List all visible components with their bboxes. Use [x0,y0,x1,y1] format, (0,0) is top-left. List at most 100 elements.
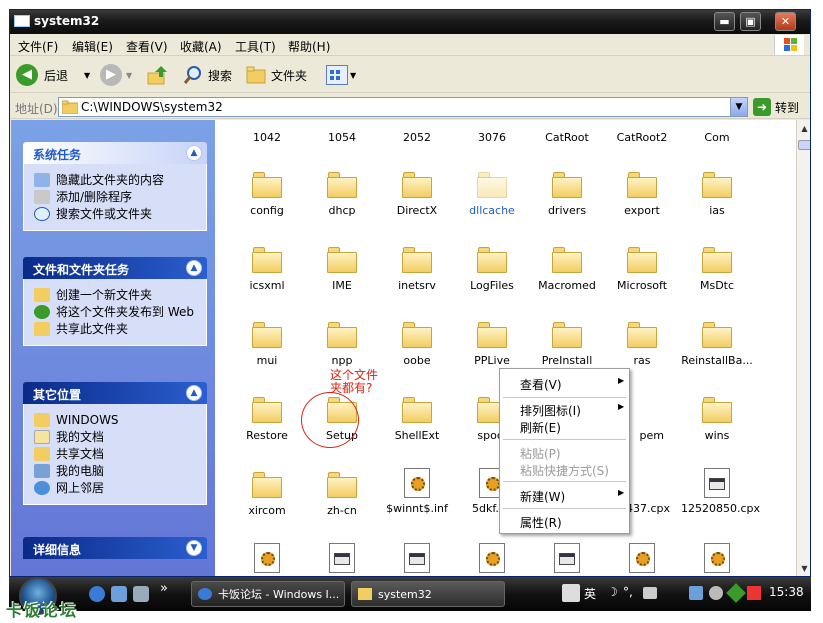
folders-button[interactable]: 文件夹 [245,63,307,87]
folder-item[interactable]: dllcache [456,172,528,217]
place-windows[interactable]: WINDOWS [34,413,202,427]
context-view[interactable]: 查看(V) ▶ [520,376,624,393]
details-header[interactable]: 详细信息 ▼ [23,537,207,559]
vertical-scrollbar[interactable]: ▲ ▼ [796,120,810,576]
collapse-icon[interactable]: ▲ [186,260,202,276]
file-item[interactable] [306,543,378,576]
ime-punct-icon[interactable]: °, [623,585,633,599]
file-item[interactable] [606,543,678,576]
collapse-icon[interactable]: ▲ [186,145,202,161]
folder-item[interactable]: Macromed [531,247,603,292]
place-shared-documents[interactable]: 共享文档 [34,447,202,461]
other-places-header[interactable]: 其它位置 ▲ [23,382,207,404]
task-publish-to-web[interactable]: 将这个文件夹发布到 Web [34,305,202,319]
place-my-documents[interactable]: 我的文档 [34,430,202,444]
views-button[interactable]: ▼ [326,63,356,87]
taskbar-item-explorer[interactable]: system32 [351,581,505,607]
menu-edit[interactable]: 编辑(E) [72,38,113,55]
close-button[interactable]: ✕ [775,12,796,31]
folder-item[interactable]: zh-cn [306,472,378,517]
scroll-down-icon[interactable]: ▼ [798,562,810,575]
menu-view[interactable]: 查看(V) [126,38,168,55]
folder-item[interactable]: Com [681,131,753,144]
folder-item[interactable]: inetsrv [381,247,453,292]
clock[interactable]: 15:38 [769,585,804,599]
task-share-folder[interactable]: 共享此文件夹 [34,322,202,336]
folder-item[interactable]: 1042 [231,131,303,144]
menu-file[interactable]: 文件(F) [18,38,58,55]
folder-item[interactable]: mui [231,322,303,367]
task-hide-folder-contents[interactable]: 隐藏此文件夹的内容 [34,173,202,187]
title-bar[interactable]: system32 ▬ ▣ ✕ [10,10,810,34]
file-item[interactable] [531,543,603,576]
folder-item[interactable]: icsxml [231,247,303,292]
folder-item[interactable]: ras [606,322,678,367]
internet-explorer-icon[interactable] [89,586,105,602]
folder-item[interactable]: oobe [381,322,453,367]
task-add-remove-programs[interactable]: 添加/删除程序 [34,190,202,204]
network-icon[interactable] [689,586,703,600]
folder-item[interactable]: xircom [231,472,303,517]
folder-item[interactable]: Restore [231,397,303,442]
place-my-computer[interactable]: 我的电脑 [34,464,202,478]
context-new[interactable]: 新建(W) ▶ [520,488,624,505]
quicklaunch-overflow-icon[interactable]: » [160,581,168,596]
address-dropdown-icon[interactable]: ▼ [730,98,747,116]
ime-language[interactable]: 英 [584,585,596,602]
minimize-button[interactable]: ▬ [714,12,735,31]
maximize-button[interactable]: ▣ [740,12,761,31]
file-tasks-header[interactable]: 文件和文件夹任务 ▲ [23,257,207,279]
folder-item[interactable]: 1054 [306,131,378,144]
file-item[interactable] [381,543,453,576]
security-icon[interactable] [726,583,746,603]
folder-item[interactable]: 2052 [381,131,453,144]
scroll-up-icon[interactable]: ▲ [798,122,810,135]
menu-favorites[interactable]: 收藏(A) [180,38,222,55]
folder-item[interactable]: PPLive [456,322,528,367]
folder-item[interactable]: LogFiles [456,247,528,292]
context-arrange-icons[interactable]: 排列图标(I) ▶ [520,402,624,419]
folder-item[interactable]: ShellExt [381,397,453,442]
file-item[interactable] [231,543,303,576]
context-refresh[interactable]: 刷新(E) [520,419,561,436]
folder-item[interactable]: drivers [531,172,603,217]
views-dropdown-icon[interactable]: ▼ [350,71,356,80]
file-item[interactable]: $winnt$.inf [381,468,453,515]
show-desktop-icon[interactable] [133,586,149,602]
folder-item[interactable]: ReinstallBa... [681,322,753,367]
file-item[interactable] [681,543,753,576]
folder-item[interactable]: Microsoft [606,247,678,292]
folder-item[interactable]: DirectX [381,172,453,217]
folder-item[interactable]: IME [306,247,378,292]
forward-button[interactable]: ▶ ▼ [100,63,132,87]
volume-icon[interactable] [709,586,723,600]
folder-item[interactable]: dhcp [306,172,378,217]
back-dropdown-icon[interactable]: ▼ [84,71,90,80]
folder-item[interactable]: CatRoot [531,131,603,144]
collapse-icon[interactable]: ▲ [186,385,202,401]
folder-item[interactable]: CatRoot2 [606,131,678,144]
taskbar-item-browser[interactable]: 卡饭论坛 - Windows I... [191,581,345,607]
input-method-icon[interactable] [562,584,580,602]
place-network[interactable]: 网上邻居 [34,481,202,495]
folder-item[interactable]: config [231,172,303,217]
menu-tools[interactable]: 工具(T) [235,38,276,55]
file-item[interactable]: 12520850.cpx [681,468,760,515]
scroll-thumb[interactable] [798,140,810,150]
forward-dropdown-icon[interactable]: ▼ [126,71,132,80]
folder-item[interactable]: wins [681,397,753,442]
folder-item[interactable]: MsDtc [681,247,753,292]
folder-item[interactable]: 3076 [456,131,528,144]
menu-help[interactable]: 帮助(H) [288,38,330,55]
context-properties[interactable]: 属性(R) [520,514,562,531]
system-tasks-header[interactable]: 系统任务 ▲ [23,142,207,164]
ime-soft-keyboard-icon[interactable] [643,587,657,599]
back-button[interactable]: ◀ 后退 ▼ [16,63,90,87]
folder-item[interactable]: PreInstall [531,322,603,367]
go-button[interactable]: ➜ 转到 [753,97,799,117]
file-item[interactable] [456,543,528,576]
folder-item[interactable]: npp [306,322,378,367]
antivirus-icon[interactable] [747,586,761,600]
ime-mode-icon[interactable]: ☽ [607,585,618,599]
task-search-files[interactable]: 搜索文件或文件夹 [34,207,202,221]
